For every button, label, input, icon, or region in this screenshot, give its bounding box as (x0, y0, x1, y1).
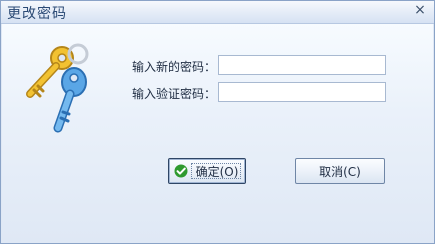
window-title: 更改密码 (7, 6, 67, 22)
new-password-label: 输入新的密码： (132, 60, 217, 74)
keys-icon (26, 43, 89, 133)
ok-button[interactable]: 确定(O) (168, 158, 246, 184)
check-icon (174, 164, 188, 178)
confirm-password-field[interactable] (218, 82, 386, 102)
dialog-body: 输入新的密码： 输入验证密码： 确定(O) 取消(C) (2, 24, 433, 242)
new-password-field[interactable] (218, 55, 386, 75)
close-button[interactable]: × (412, 2, 428, 18)
change-password-dialog: 更改密码 × 输入新的密码： 输入验证密码： 确定(O) 取消(C) (0, 0, 435, 244)
ok-label: 确定(O) (195, 164, 239, 179)
cancel-label: 取消(C) (319, 164, 361, 179)
title-bar: 更改密码 × (1, 1, 434, 24)
cancel-button[interactable]: 取消(C) (295, 158, 385, 184)
confirm-password-label: 输入验证密码： (132, 87, 217, 101)
